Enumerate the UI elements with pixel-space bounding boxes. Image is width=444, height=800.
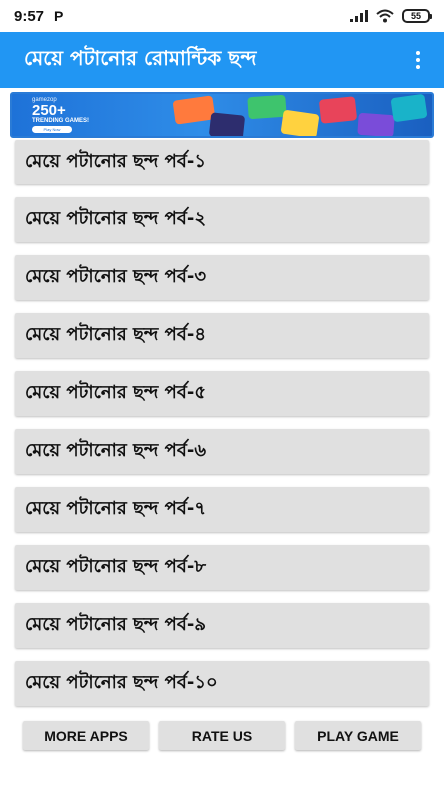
list-item[interactable]: মেয়ে পটানোর ছন্দ পর্ব-৬ — [15, 429, 429, 474]
list-item[interactable]: মেয়ে পটানোর ছন্দ পর্ব-৩ — [15, 255, 429, 300]
status-time: 9:57 — [14, 7, 45, 25]
game-tile-icon — [280, 109, 320, 136]
game-tile-icon — [390, 94, 428, 123]
chapter-list: মেয়ে পটানোর ছন্দ পর্ব-১ মেয়ে পটানোর ছন… — [15, 140, 429, 719]
list-item[interactable]: মেয়ে পটানোর ছন্দ পর্ব-৯ — [15, 603, 429, 648]
overflow-menu-icon[interactable] — [412, 45, 424, 75]
game-tile-icon — [208, 112, 246, 136]
banner-game-tiles — [152, 94, 432, 136]
list-item[interactable]: মেয়ে পটানোর ছন্দ পর্ব-৮ — [15, 545, 429, 590]
wifi-icon — [376, 9, 394, 23]
bottom-button-bar: MORE APPS RATE US PLAY GAME — [23, 721, 421, 750]
banner-subline: TRENDING GAMES! — [32, 118, 89, 124]
list-item[interactable]: মেয়ে পটানোর ছন্দ পর্ব-৭ — [15, 487, 429, 532]
more-apps-button[interactable]: MORE APPS — [23, 721, 149, 750]
status-icons: 55 — [350, 9, 432, 23]
game-tile-icon — [318, 96, 358, 124]
page-title: মেয়ে পটানোর রোমান্টিক ছন্দ — [24, 45, 257, 70]
signal-icon — [350, 10, 368, 22]
rate-us-button[interactable]: RATE US — [159, 721, 285, 750]
banner-brand: gamezop — [32, 97, 57, 103]
game-tile-icon — [357, 112, 395, 136]
banner-cta-button[interactable]: Play Now — [32, 126, 72, 133]
notification-icon: P — [54, 8, 64, 24]
app-bar: মেয়ে পটানোর রোমান্টিক ছন্দ — [0, 32, 444, 88]
list-item[interactable]: মেয়ে পটানোর ছন্দ পর্ব-২ — [15, 197, 429, 242]
ad-banner[interactable]: gamezop 250+ TRENDING GAMES! Play Now — [10, 92, 434, 138]
banner-headline: 250+ — [32, 102, 66, 119]
banner-text: gamezop 250+ TRENDING GAMES! Play Now — [12, 94, 152, 136]
play-game-button[interactable]: PLAY GAME — [295, 721, 421, 750]
list-item[interactable]: মেয়ে পটানোর ছন্দ পর্ব-১ — [15, 140, 429, 184]
game-tile-icon — [172, 95, 216, 125]
battery-icon: 55 — [402, 9, 432, 23]
list-item[interactable]: মেয়ে পটানোর ছন্দ পর্ব-৫ — [15, 371, 429, 416]
game-tile-icon — [247, 94, 287, 120]
list-item[interactable]: মেয়ে পটানোর ছন্দ পর্ব-৪ — [15, 313, 429, 358]
list-item[interactable]: মেয়ে পটানোর ছন্দ পর্ব-১০ — [15, 661, 429, 706]
status-bar: 9:57 P 55 — [0, 0, 444, 32]
